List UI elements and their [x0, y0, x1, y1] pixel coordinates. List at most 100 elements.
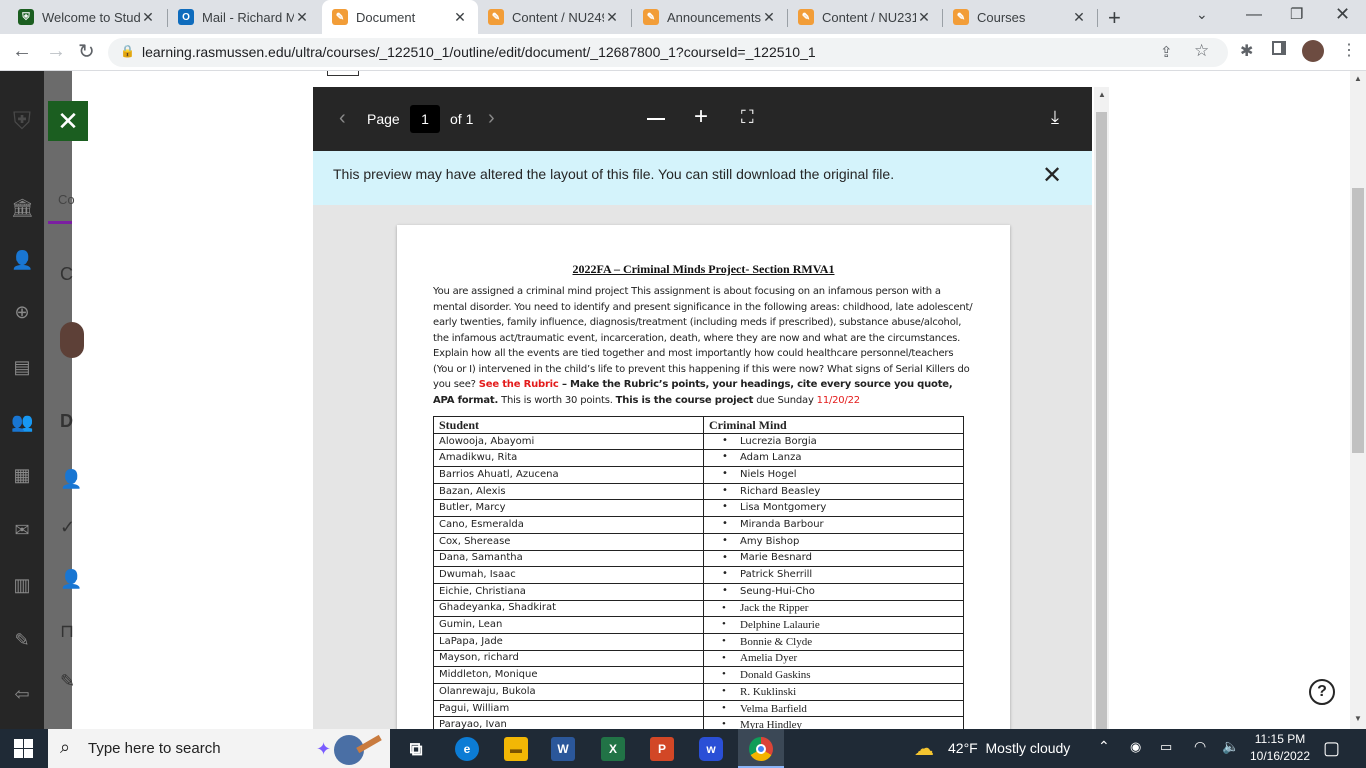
- panel-fragment-text: Co: [58, 192, 75, 207]
- side-panel-icon[interactable]: [1272, 41, 1286, 55]
- close-tab-icon[interactable]: ✕: [604, 9, 620, 26]
- new-tab-icon[interactable]: +: [1108, 5, 1121, 31]
- word-icon[interactable]: W: [551, 737, 575, 761]
- zoom-in-icon[interactable]: +: [694, 103, 708, 131]
- task-view-icon[interactable]: ⧉: [404, 737, 428, 761]
- clock-date[interactable]: 10/16/2022: [1248, 749, 1312, 763]
- courses-icon[interactable]: ▤: [11, 356, 33, 378]
- globe-icon[interactable]: ⊕: [11, 301, 33, 323]
- institution-icon[interactable]: 🏛: [11, 197, 34, 219]
- previous-page-icon[interactable]: ‹: [339, 107, 346, 130]
- scroll-thumb[interactable]: [1096, 112, 1107, 729]
- avatar: [60, 322, 84, 358]
- tab-search-icon[interactable]: ⌄: [1196, 6, 1208, 23]
- tab-separator: [631, 9, 632, 27]
- wifi-icon[interactable]: ◠: [1194, 738, 1206, 755]
- outlook-icon: O: [178, 9, 194, 25]
- close-window-icon[interactable]: ✕: [1335, 4, 1350, 25]
- pencil-icon: ✎: [60, 671, 76, 691]
- document-intro: You are assigned a criminal mind project…: [433, 284, 973, 408]
- grades-icon[interactable]: ▥: [11, 574, 33, 596]
- edge-icon[interactable]: e: [455, 737, 479, 761]
- taskbar-search-box[interactable]: ⌕ Type here to search ✦: [48, 729, 390, 768]
- bullet: •: [722, 518, 728, 530]
- file-explorer-icon[interactable]: ▬: [504, 737, 528, 761]
- tab-announcements[interactable]: ✎ Announcements ✕: [633, 0, 787, 34]
- weather-cloudy-icon[interactable]: ☁: [914, 736, 934, 761]
- pencil-icon: ✎: [643, 9, 659, 25]
- page-number-input[interactable]: 1: [410, 105, 440, 133]
- battery-icon[interactable]: ▭: [1160, 739, 1172, 755]
- student-cell: LaPapa, Jade: [433, 632, 704, 651]
- meet-now-icon[interactable]: ◉: [1130, 739, 1141, 755]
- weather-text[interactable]: 42°F Mostly cloudy: [948, 740, 1070, 756]
- messages-icon[interactable]: ✉: [11, 519, 33, 541]
- tab-mail[interactable]: O Mail - Richard Ma ✕: [168, 0, 320, 34]
- notice-text: This preview may have altered the layout…: [333, 166, 895, 182]
- minimize-icon[interactable]: —: [1246, 6, 1262, 24]
- tools-icon[interactable]: ✎: [11, 629, 33, 651]
- reload-icon[interactable]: ↻: [78, 39, 95, 64]
- bullet: •: [722, 568, 728, 580]
- scroll-up-icon[interactable]: ▲: [1354, 74, 1362, 83]
- notifications-icon[interactable]: ▢: [1323, 738, 1340, 759]
- profile-icon[interactable]: 👤: [11, 249, 33, 271]
- address-bar[interactable]: 🔒 learning.rasmussen.edu/ultra/courses/_…: [108, 38, 1228, 67]
- sign-out-icon[interactable]: ⇦: [11, 683, 33, 705]
- menu-kebab-icon[interactable]: ⋮: [1341, 40, 1357, 60]
- scroll-down-icon[interactable]: ▼: [1354, 714, 1362, 723]
- close-tab-icon[interactable]: ✕: [294, 9, 310, 26]
- share-icon[interactable]: ⇪: [1160, 43, 1173, 61]
- scroll-up-icon[interactable]: ▲: [1098, 90, 1106, 99]
- calendar-icon[interactable]: ▦: [11, 464, 33, 486]
- extensions-icon[interactable]: ✱: [1240, 41, 1253, 61]
- zoom-out-icon[interactable]: [647, 118, 665, 120]
- windows-start-icon[interactable]: [14, 739, 34, 759]
- clock-time[interactable]: 11:15 PM: [1250, 732, 1310, 746]
- excel-icon[interactable]: X: [601, 737, 625, 761]
- powerpoint-icon[interactable]: P: [650, 737, 674, 761]
- viewer-scrollbar[interactable]: ▲: [1094, 87, 1109, 729]
- tab-document[interactable]: ✎ Document ✕: [322, 0, 478, 34]
- close-tab-icon[interactable]: ✕: [761, 9, 777, 26]
- table-row: Cox, Sherease • Amy Bishop: [433, 532, 964, 551]
- back-icon[interactable]: ←: [12, 40, 32, 63]
- tab-welcome[interactable]: ⛨ Welcome to Stud ✕: [8, 0, 166, 34]
- criminal-mind-cell: • Lisa Montgomery: [703, 499, 964, 518]
- chrome-taskbar-item[interactable]: [738, 729, 784, 768]
- next-page-icon[interactable]: ›: [488, 107, 495, 130]
- column-header-criminal-mind: Criminal Mind: [703, 416, 964, 434]
- close-tab-icon[interactable]: ✕: [452, 9, 468, 26]
- criminal-mind-cell: • Adam Lanza: [703, 449, 964, 468]
- profile-avatar-icon[interactable]: [1302, 40, 1324, 62]
- criminal-mind-cell: • Miranda Barbour: [703, 516, 964, 534]
- forward-icon[interactable]: →: [46, 40, 66, 63]
- tab-content-nu249[interactable]: ✎ Content / NU249 ✕: [478, 0, 630, 34]
- tab-content-nu231[interactable]: ✎ Content / NU231 ✕: [788, 0, 942, 34]
- scroll-thumb[interactable]: [1352, 188, 1364, 453]
- fullscreen-icon[interactable]: ⛶: [741, 107, 754, 128]
- groups-icon[interactable]: 👥: [11, 411, 33, 433]
- restore-icon[interactable]: ❐: [1290, 5, 1303, 23]
- criminal-mind-name: Myra Hindley: [740, 719, 803, 729]
- close-panel-button[interactable]: ✕: [48, 101, 88, 141]
- windows-taskbar: ⌕ Type here to search ✦ ⧉ e ▬ W X P w ☁ …: [0, 729, 1366, 768]
- criminal-mind-name: Lucrezia Borgia: [740, 435, 817, 447]
- close-notice-icon[interactable]: ✕: [1042, 161, 1062, 190]
- download-icon[interactable]: ⤓: [1051, 107, 1059, 128]
- tab-courses[interactable]: ✎ Courses ✕: [943, 0, 1097, 34]
- url-text[interactable]: learning.rasmussen.edu/ultra/courses/_12…: [142, 44, 816, 60]
- close-tab-icon[interactable]: ✕: [916, 9, 932, 26]
- document-page: 2022FA – Criminal Minds Project- Section…: [397, 225, 1010, 729]
- bookmark-star-icon[interactable]: ☆: [1194, 41, 1209, 61]
- page-scrollbar[interactable]: ▲ ▼: [1350, 71, 1366, 729]
- close-tab-icon[interactable]: ✕: [1071, 9, 1087, 26]
- bullet: •: [722, 434, 728, 446]
- volume-icon[interactable]: 🔈: [1222, 738, 1239, 755]
- show-hidden-icons-icon[interactable]: ⌃: [1098, 738, 1110, 755]
- help-icon[interactable]: ?: [1309, 679, 1335, 705]
- close-tab-icon[interactable]: ✕: [140, 9, 156, 26]
- criminal-mind-name: Seung-Hui-Cho: [740, 585, 815, 597]
- table-row: Mayson, richard • Amelia Dyer: [433, 649, 964, 668]
- app-w-icon[interactable]: w: [699, 737, 723, 761]
